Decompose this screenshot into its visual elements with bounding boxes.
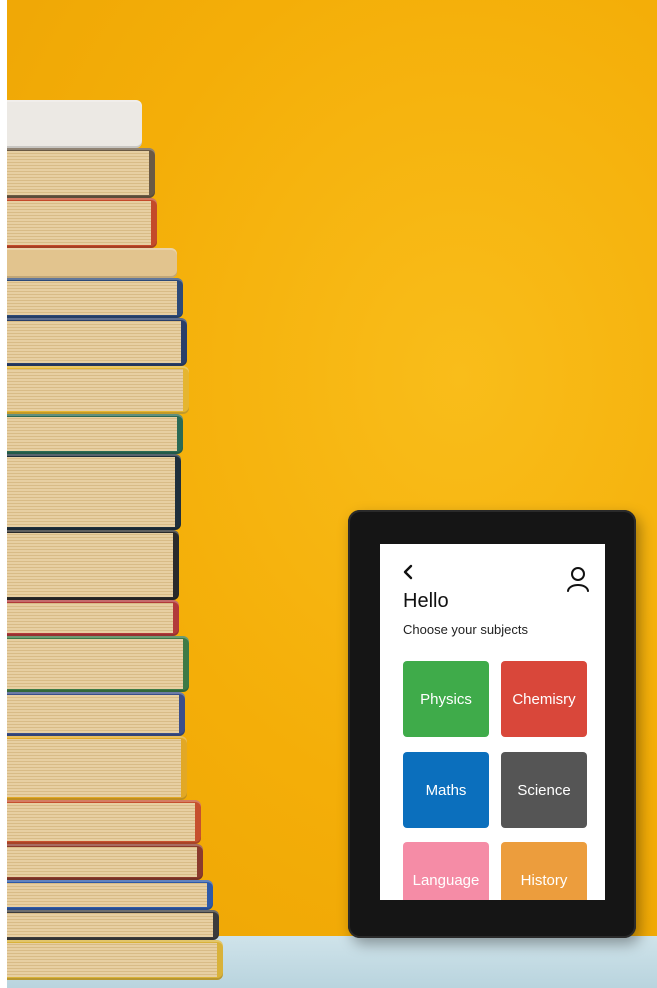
book	[7, 636, 189, 692]
greeting-heading: Hello	[403, 590, 449, 612]
book	[7, 148, 155, 198]
subject-tile-physics[interactable]: Physics	[403, 661, 489, 737]
book	[7, 800, 201, 844]
book	[7, 414, 183, 454]
book	[7, 318, 187, 366]
book	[7, 880, 213, 910]
book	[7, 844, 203, 880]
choose-subjects-text: Choose your subjects	[403, 622, 529, 637]
book-stack	[7, 100, 237, 980]
photo-border	[0, 0, 7, 988]
book	[7, 198, 157, 248]
subject-tile-history[interactable]: History	[501, 842, 587, 900]
chevron-left-icon[interactable]	[400, 564, 416, 580]
book	[7, 692, 185, 736]
book	[7, 278, 183, 318]
book	[7, 248, 177, 278]
book	[7, 100, 142, 148]
subject-tile-language[interactable]: Language	[403, 842, 489, 900]
user-icon[interactable]	[566, 566, 590, 592]
book	[7, 454, 181, 530]
book	[7, 530, 179, 600]
book	[7, 366, 189, 414]
subject-tile-science[interactable]: Science	[501, 752, 587, 828]
tablet-screen: Hello Choose your subjects Physics Chemi…	[380, 544, 605, 900]
book	[7, 600, 179, 636]
book	[7, 736, 187, 800]
subject-tile-maths[interactable]: Maths	[403, 752, 489, 828]
book	[7, 940, 223, 980]
subject-tile-chemistry[interactable]: Chemisry	[501, 661, 587, 737]
book	[7, 910, 219, 940]
